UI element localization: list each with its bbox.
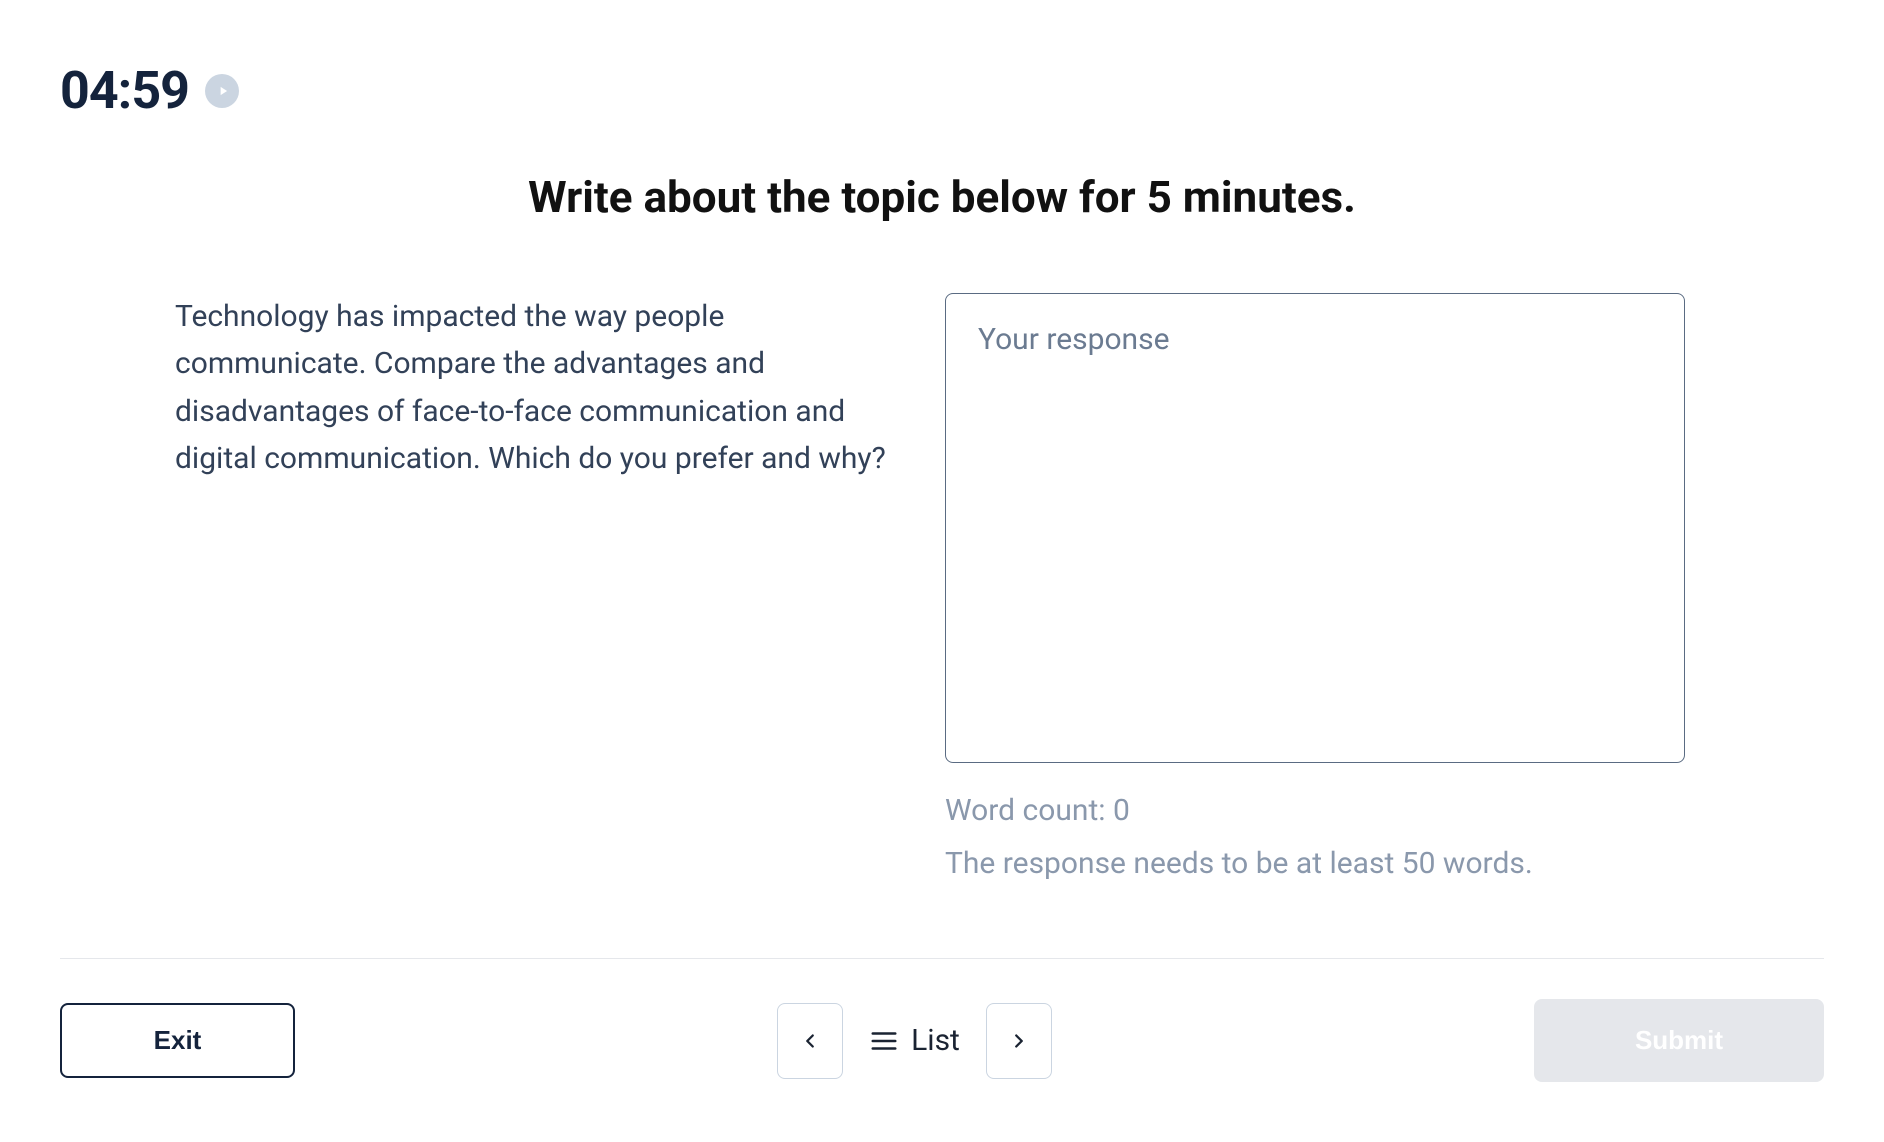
nav-group: List [777,1003,1052,1079]
timer-row: 04:59 [60,60,1824,121]
chevron-left-icon [799,1030,821,1052]
list-icon [869,1026,899,1056]
list-label: List [911,1023,960,1058]
content-area: Technology has impacted the way people c… [60,293,1824,958]
timer-display: 04:59 [60,60,189,121]
chevron-right-icon [1008,1030,1030,1052]
response-column: Word count: 0 The response needs to be a… [945,293,1685,958]
writing-prompt: Technology has impacted the way people c… [175,293,895,958]
play-icon[interactable] [205,74,239,108]
instruction-heading: Write about the topic below for 5 minute… [60,171,1824,223]
prev-button[interactable] [777,1003,843,1079]
next-button[interactable] [986,1003,1052,1079]
response-input[interactable] [945,293,1685,763]
list-button[interactable]: List [869,1023,960,1058]
word-count: Word count: 0 [945,793,1685,828]
exit-button[interactable]: Exit [60,1003,295,1078]
footer: Exit List Submit [60,958,1824,1142]
submit-button[interactable]: Submit [1534,999,1824,1082]
word-hint: The response needs to be at least 50 wor… [945,846,1685,881]
